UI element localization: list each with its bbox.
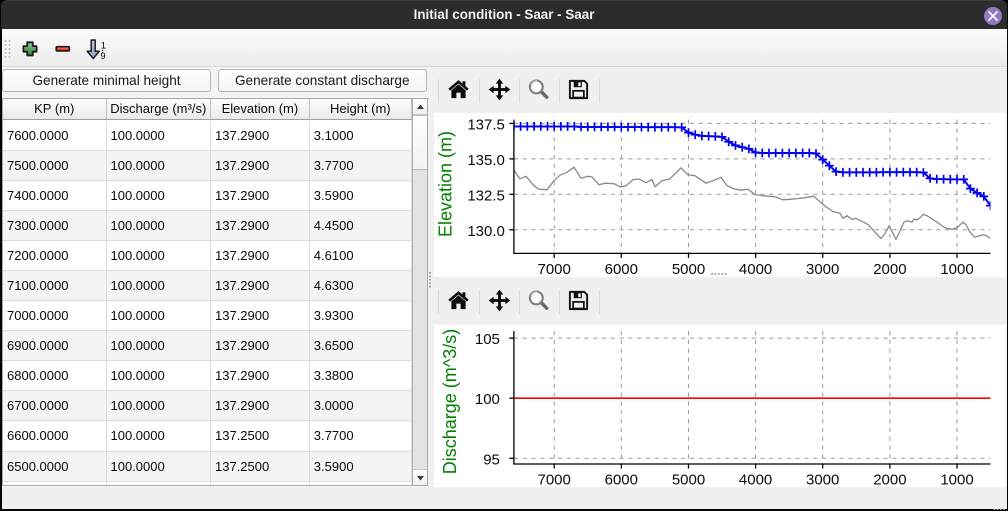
svg-text:3000: 3000 [806,261,839,277]
svg-text:1000: 1000 [940,261,973,277]
svg-text:132.5: 132.5 [467,187,505,204]
svg-text:4000: 4000 [739,261,772,277]
svg-text:105: 105 [475,331,500,348]
svg-text:5000: 5000 [672,472,705,488]
svg-text:3000: 3000 [806,472,839,488]
svg-text:6000: 6000 [605,472,638,488]
svg-text:2000: 2000 [873,261,906,277]
svg-text:1000: 1000 [940,472,973,488]
svg-text:130.0: 130.0 [467,223,505,240]
svg-text:137.5: 137.5 [467,116,505,133]
svg-text:135.0: 135.0 [467,152,505,169]
svg-text:Elevation (m): Elevation (m) [436,131,456,237]
svg-text:5000: 5000 [672,261,705,277]
svg-text:6000: 6000 [605,261,638,277]
svg-text:95: 95 [483,451,500,468]
svg-text:7000: 7000 [538,472,571,488]
svg-text:2000: 2000 [873,472,906,488]
svg-text:Discharge (m^3/s): Discharge (m^3/s) [440,329,460,474]
svg-text:7000: 7000 [538,261,571,277]
svg-text:100: 100 [475,391,500,408]
svg-text:4000: 4000 [739,472,772,488]
svg-text:1: 1 [101,41,106,52]
